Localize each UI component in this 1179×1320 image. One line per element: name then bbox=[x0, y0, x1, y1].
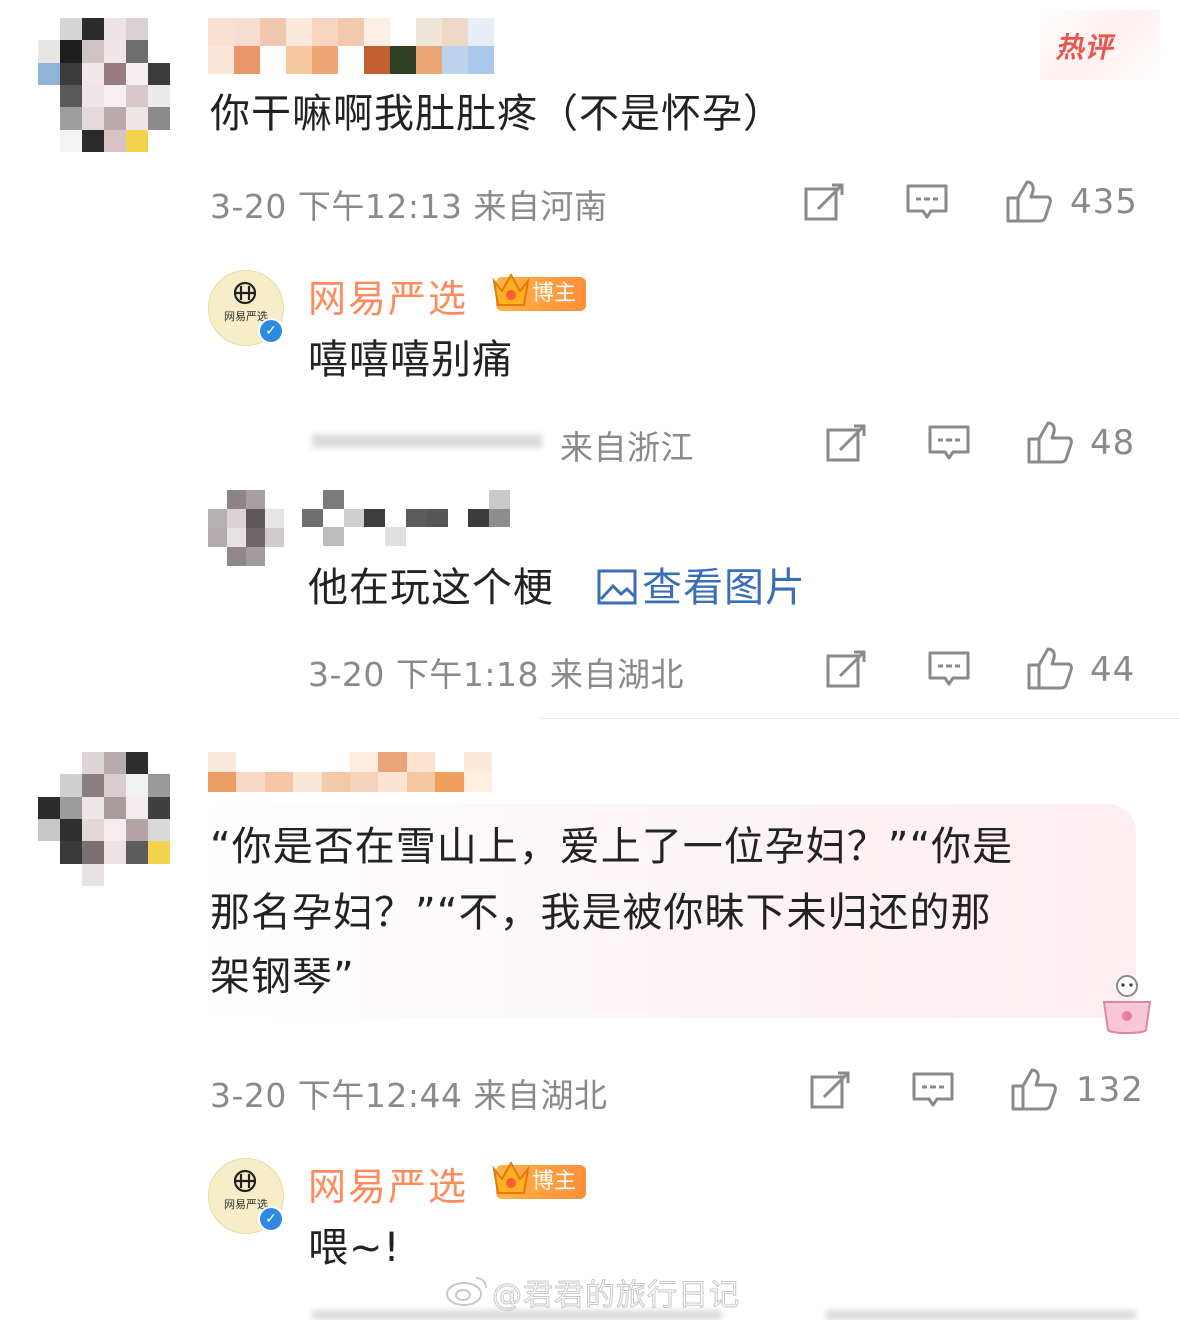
crown-icon bbox=[492, 1160, 530, 1194]
username[interactable]: 网易严选 bbox=[308, 1156, 468, 1211]
share-icon[interactable] bbox=[804, 183, 846, 221]
username[interactable] bbox=[208, 18, 520, 74]
comment-meta: 来自浙江 bbox=[560, 428, 694, 467]
username[interactable] bbox=[208, 752, 492, 792]
blogger-badge: 博主 bbox=[492, 272, 587, 311]
thumbs-up-icon[interactable] bbox=[1010, 1066, 1058, 1112]
comment-text: 他在玩这个梗 bbox=[308, 565, 554, 611]
comment-icon[interactable] bbox=[927, 650, 971, 690]
badge-label: 博主 bbox=[532, 281, 577, 306]
blurred-timestamp bbox=[312, 434, 542, 448]
avatar[interactable] bbox=[38, 752, 170, 886]
verified-icon: ✓ bbox=[258, 1206, 284, 1232]
username[interactable] bbox=[302, 490, 510, 546]
like-count: 132 bbox=[1076, 1070, 1144, 1110]
image-icon[interactable] bbox=[597, 569, 637, 605]
comment-meta: 3-20 下午1:18 来自湖北 bbox=[308, 655, 684, 694]
weibo-logo-icon bbox=[446, 1277, 487, 1306]
comment-meta: 3-20 下午12:13 来自河南 bbox=[210, 187, 608, 226]
comment-icon[interactable] bbox=[905, 183, 949, 223]
thumbs-up-icon[interactable] bbox=[1026, 419, 1074, 465]
share-icon[interactable] bbox=[810, 1071, 852, 1109]
comment-text: 你干嘛啊我肚肚疼（不是怀孕） bbox=[210, 91, 784, 137]
comment-meta: 3-20 下午12:44 来自湖北 bbox=[210, 1076, 608, 1115]
comment-icon[interactable] bbox=[927, 424, 971, 464]
crown-icon bbox=[492, 272, 530, 306]
like-count: 48 bbox=[1090, 423, 1136, 463]
share-icon[interactable] bbox=[826, 650, 868, 688]
view-image-link[interactable]: 查看图片 bbox=[642, 558, 806, 618]
brand-logo-icon bbox=[233, 281, 257, 305]
comment-icon[interactable] bbox=[911, 1071, 955, 1111]
like-count: 435 bbox=[1070, 182, 1138, 222]
comment-text: 喂~! bbox=[308, 1225, 401, 1271]
sticker-icon bbox=[1102, 975, 1152, 1034]
watermark-text: @君君的旅行日记 bbox=[492, 1278, 740, 1314]
comment-text: 嘻嘻嘻别痛 bbox=[308, 337, 513, 383]
share-icon[interactable] bbox=[826, 424, 868, 462]
like-count: 44 bbox=[1090, 650, 1136, 690]
avatar[interactable] bbox=[208, 490, 284, 566]
username[interactable]: 网易严选 bbox=[308, 268, 468, 323]
thumbs-up-icon[interactable] bbox=[1026, 645, 1074, 691]
brand-logo-icon bbox=[233, 1169, 257, 1193]
cutoff-meta-row bbox=[312, 1310, 722, 1320]
blogger-badge: 博主 bbox=[492, 1160, 587, 1199]
comment-text-line: 那名孕妇？”“不，我是被你昧下未归还的那 bbox=[210, 890, 992, 936]
avatar[interactable] bbox=[38, 18, 170, 152]
hot-comment-tag: 热评 bbox=[1054, 31, 1120, 64]
badge-label: 博主 bbox=[532, 1169, 577, 1194]
cutoff-actions-row bbox=[826, 1310, 1136, 1320]
thumbs-up-icon[interactable] bbox=[1005, 178, 1053, 224]
divider bbox=[538, 718, 1179, 719]
comment-text-line: 架钢琴” bbox=[210, 954, 355, 1000]
verified-icon: ✓ bbox=[258, 318, 284, 344]
comment-text-line: “你是否在雪山上，爱上了一位孕妇？”“你是 bbox=[210, 824, 1014, 870]
